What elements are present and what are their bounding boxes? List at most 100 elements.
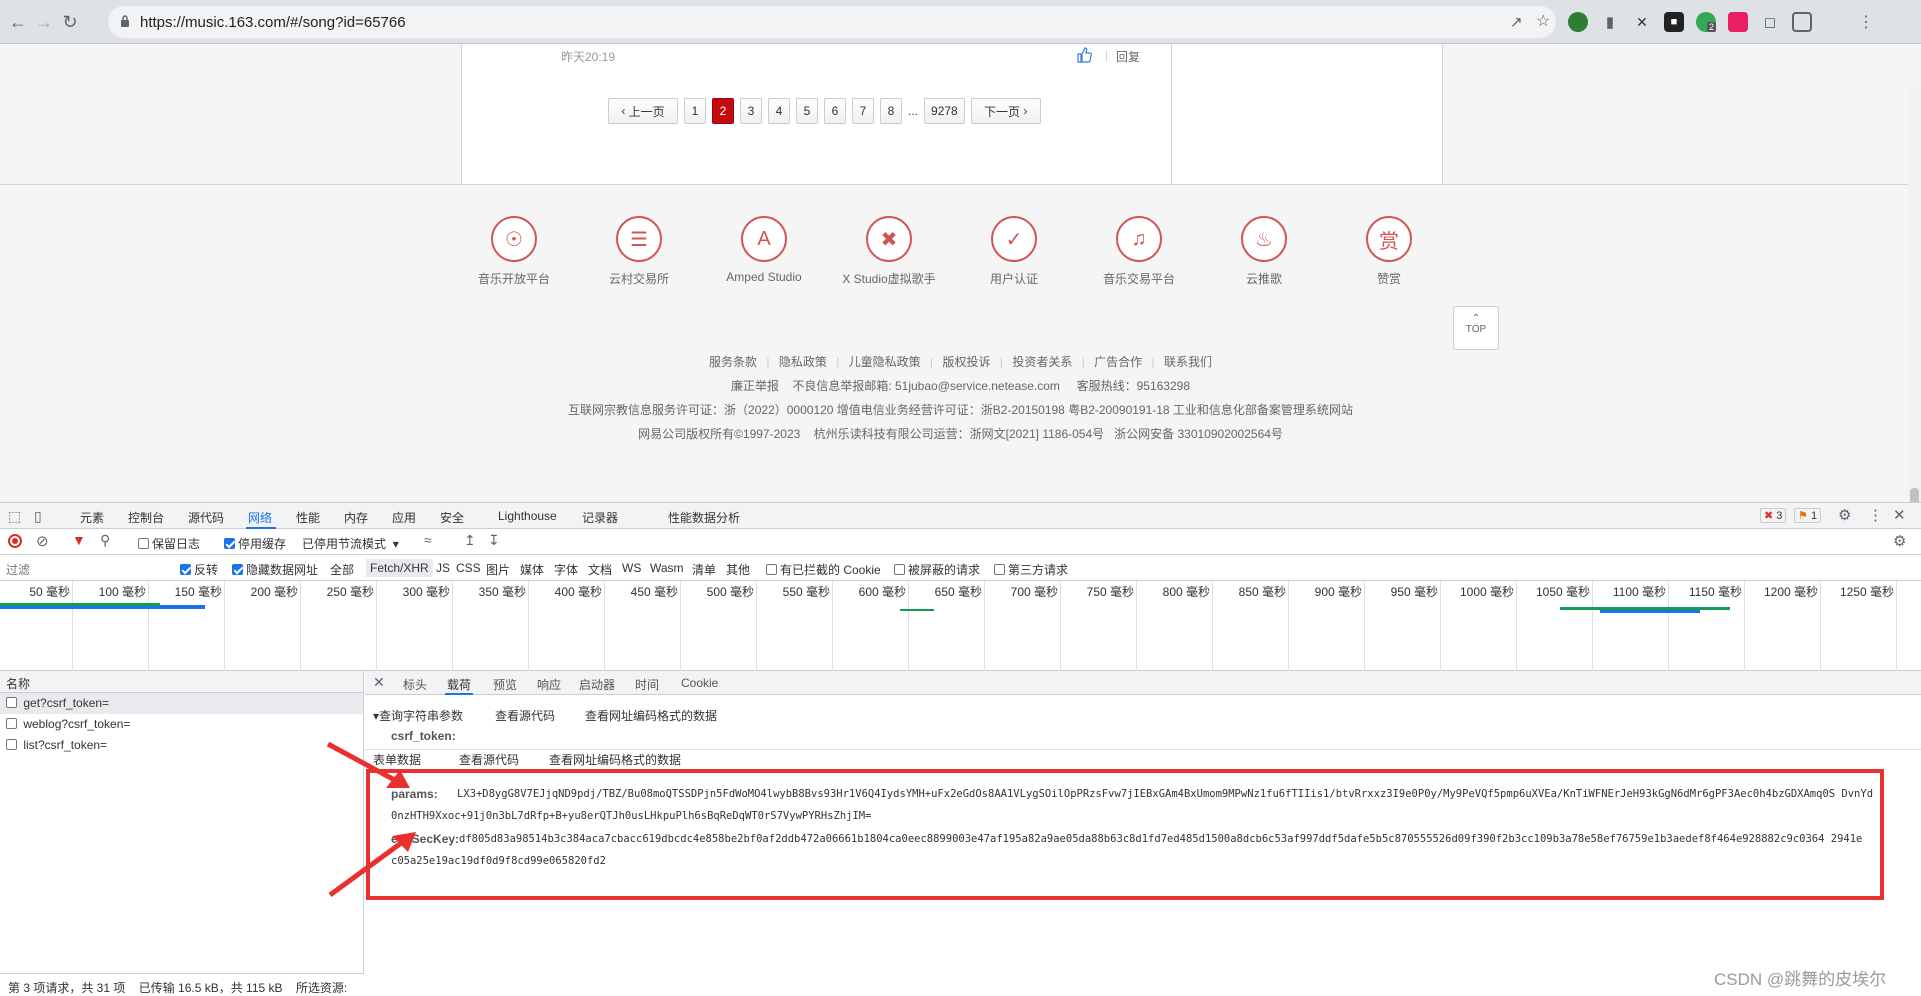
extension-pink-icon[interactable] [1728,12,1748,32]
page-6-button[interactable]: 6 [824,98,846,124]
footer-item-xstudio[interactable]: ✖ X Studio虚拟歌手 [834,216,944,287]
request-row[interactable]: get?csrf_token= [0,693,363,714]
extensions-puzzle-icon[interactable]: ◻ [1760,12,1780,32]
tab-application[interactable]: 应用 [392,509,416,526]
detail-tab-timing[interactable]: 时间 [635,676,659,693]
detail-tab-response[interactable]: 响应 [537,676,561,693]
type-wasm[interactable]: Wasm [650,561,684,575]
tab-performance[interactable]: 性能 [296,509,320,526]
detail-tab-headers[interactable]: 标头 [403,676,427,693]
request-row[interactable]: list?csrf_token= [0,735,363,756]
hide-data-urls-checkbox[interactable]: 隐藏数据网址 [232,561,318,578]
url-text[interactable]: https://music.163.com/#/song?id=65766 [140,14,406,31]
filter-icon[interactable]: ▼ [72,532,86,548]
last-page-button[interactable]: 9278 [924,98,965,124]
star-icon[interactable]: ☆ [1536,11,1550,31]
tab-console[interactable]: 控制台 [128,509,164,526]
page-8-button[interactable]: 8 [880,98,902,124]
network-conditions-icon[interactable]: ≈ [424,532,432,548]
type-doc[interactable]: 文档 [588,561,612,578]
warning-counter[interactable]: ⚑ 1 [1794,508,1822,523]
throttle-select[interactable]: 已停用节流模式 ▾ [302,535,399,552]
blocked-cookies-checkbox[interactable]: 有已拦截的 Cookie [766,561,881,578]
menu-icon[interactable]: ⋮ [1856,12,1876,32]
footer-item-push[interactable]: ♨ 云推歌 [1209,216,1319,287]
more-options-icon[interactable]: ⋮ [1868,506,1883,524]
page-2-button[interactable]: 2 [712,98,734,124]
inspect-icon[interactable]: ⬚ [8,508,21,525]
blocked-requests-checkbox[interactable]: 被屏蔽的请求 [894,561,980,578]
view-url-encoded-link[interactable]: 查看网址编码格式的数据 [585,707,717,724]
tab-network[interactable]: 网络 [248,509,272,526]
extension-x-icon[interactable]: ✕ [1632,12,1652,32]
form-view-source-link[interactable]: 查看源代码 [459,751,519,768]
page-7-button[interactable]: 7 [852,98,874,124]
tab-recorder[interactable]: 记录器 [582,509,618,526]
type-font[interactable]: 字体 [554,561,578,578]
footer-link-privacy[interactable]: 隐私政策 [779,355,827,369]
footer-link-ads[interactable]: 广告合作 [1094,355,1142,369]
close-devtools-icon[interactable]: ✕ [1893,506,1906,524]
type-js[interactable]: JS [436,561,450,575]
close-detail-icon[interactable]: ✕ [373,674,385,691]
tab-memory[interactable]: 内存 [344,509,368,526]
extension-shield-icon[interactable]: 2 [1696,12,1717,32]
back-icon[interactable]: ← [6,10,30,34]
footer-item-exchange[interactable]: ☰ 云村交易所 [584,216,694,287]
footer-link-terms[interactable]: 服务条款 [709,355,757,369]
query-params-section[interactable]: ▾查询字符串参数 [373,707,463,724]
tab-sources[interactable]: 源代码 [188,509,224,526]
back-to-top-button[interactable]: ⌃ TOP [1453,306,1499,350]
detail-tab-initiator[interactable]: 启动器 [579,676,615,693]
type-all[interactable]: 全部 [330,561,354,578]
network-timeline[interactable]: 50 毫秒 100 毫秒 150 毫秒 200 毫秒 250 毫秒 300 毫秒 350 毫… [0,581,1921,671]
detail-tab-cookies[interactable]: Cookie [681,676,718,690]
side-panel-icon[interactable] [1792,12,1812,32]
footer-link-investors[interactable]: 投资者关系 [1012,355,1072,369]
type-fetch-xhr[interactable]: Fetch/XHR [366,559,433,577]
settings-gear-icon[interactable]: ⚙ [1838,506,1851,524]
import-har-icon[interactable]: ↥ [464,532,476,549]
tab-elements[interactable]: 元素 [80,509,104,526]
footer-link-contact[interactable]: 联系我们 [1164,355,1212,369]
type-media[interactable]: 媒体 [520,561,544,578]
third-party-checkbox[interactable]: 第三方请求 [994,561,1068,578]
address-bar[interactable]: https://music.163.com/#/song?id=65766 ↗ … [108,6,1556,38]
page-1-button[interactable]: 1 [684,98,706,124]
tab-security[interactable]: 安全 [440,509,464,526]
footer-item-auth[interactable]: ✓ 用户认证 [959,216,1069,287]
page-3-button[interactable]: 3 [740,98,762,124]
prev-page-button[interactable]: ‹ 上一页 [608,98,678,124]
type-other[interactable]: 其他 [726,561,750,578]
view-source-link[interactable]: 查看源代码 [495,707,555,724]
page-4-button[interactable]: 4 [768,98,790,124]
name-column-header[interactable]: 名称 [0,671,363,693]
footer-item-open-platform[interactable]: ☉ 音乐开放平台 [459,216,569,287]
type-ws[interactable]: WS [622,561,641,575]
footer-link-copyright[interactable]: 版权投诉 [942,355,990,369]
clear-icon[interactable]: ⊘ [36,532,49,550]
footer-link-child-privacy[interactable]: 儿童隐私政策 [849,355,921,369]
preserve-log-checkbox[interactable]: 保留日志 [138,535,200,552]
filter-input[interactable]: 过滤 [6,561,30,578]
page-scrollbar[interactable] [1908,88,1921,502]
page-5-button[interactable]: 5 [796,98,818,124]
tab-lighthouse[interactable]: Lighthouse [498,509,557,523]
type-img[interactable]: 图片 [486,561,510,578]
page-scrollbar-thumb[interactable] [1910,488,1919,502]
like-icon[interactable] [1076,47,1092,63]
type-css[interactable]: CSS [456,561,481,575]
forward-icon[interactable]: → [32,10,56,34]
tab-performance-insights[interactable]: 性能数据分析 [668,509,740,526]
next-page-button[interactable]: 下一页 › [970,98,1041,124]
detail-tab-preview[interactable]: 预览 [493,676,517,693]
form-view-url-encoded-link[interactable]: 查看网址编码格式的数据 [549,751,681,768]
invert-checkbox[interactable]: 反转 [180,561,218,578]
bookmark-icon[interactable]: ▮ [1600,12,1620,32]
detail-tab-payload[interactable]: 载荷 [447,676,471,693]
footer-item-trade[interactable]: ♫ 音乐交易平台 [1084,216,1194,287]
extension-ghost-icon[interactable]: ■ [1664,12,1684,32]
record-icon[interactable] [8,534,22,548]
search-icon[interactable]: ⚲ [100,532,110,549]
share-icon[interactable]: ↗ [1510,13,1523,31]
